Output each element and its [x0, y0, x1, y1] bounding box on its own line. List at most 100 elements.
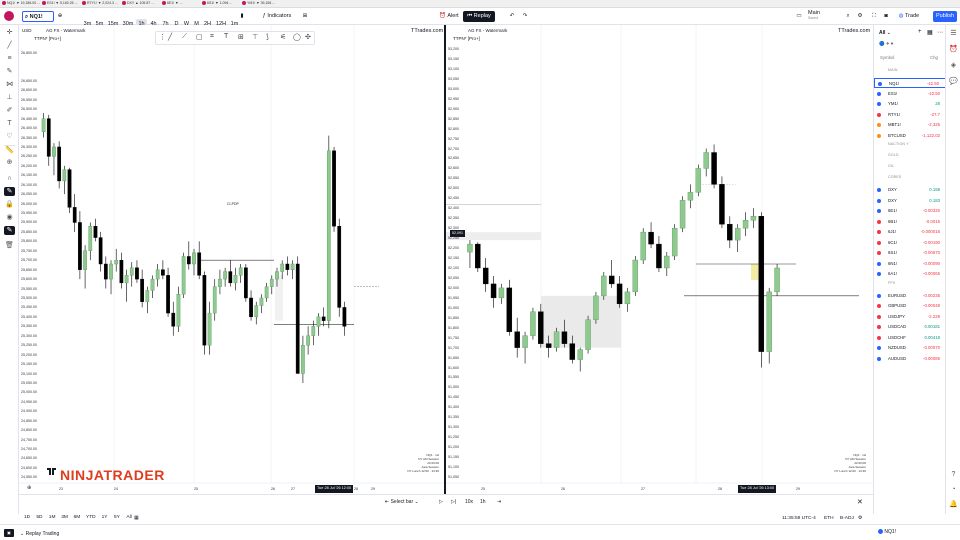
watchlist-row[interactable]: ES1! -10.50 — [874, 89, 946, 99]
candle[interactable] — [316, 313, 321, 336]
candle[interactable] — [337, 218, 342, 317]
candle[interactable] — [223, 267, 227, 287]
watchlist-section-header[interactable]: GOLD — [888, 153, 899, 157]
watchlist-row[interactable]: NZDUSD -0.00070 — [874, 343, 946, 353]
lock-icon[interactable]: 🔒 — [4, 200, 15, 209]
watchlist-section-header[interactable]: NACTION Y — [888, 142, 909, 146]
replay-trading-tab[interactable]: ⌄ Replay Trading — [20, 531, 59, 537]
candle[interactable] — [202, 271, 207, 355]
candle[interactable] — [301, 335, 305, 383]
candle[interactable] — [249, 290, 253, 321]
candle[interactable] — [244, 264, 248, 302]
fib-icon[interactable]: ≡ — [4, 54, 15, 63]
alerts-icon[interactable]: ⏰ — [948, 45, 959, 54]
candle[interactable] — [176, 286, 181, 332]
play-icon[interactable]: ▷ — [439, 499, 443, 505]
watchlist-row[interactable]: 6E1! -0.00320 — [874, 206, 946, 216]
candle[interactable] — [124, 269, 129, 302]
col-header-chg[interactable]: Chg — [930, 55, 938, 60]
candle[interactable] — [593, 291, 599, 324]
layout-icon[interactable]: ▭ — [794, 11, 804, 22]
close-replay-icon[interactable]: ✕ — [857, 498, 863, 506]
candle[interactable] — [103, 256, 108, 289]
candle[interactable] — [78, 211, 82, 280]
period-YTD[interactable]: YTD — [86, 515, 96, 520]
watchlist-row[interactable]: YM1! 28 — [874, 99, 946, 109]
period-3M[interactable]: 3M — [61, 515, 68, 520]
candle[interactable] — [679, 196, 686, 233]
layout-name-button[interactable]: Main Saved — [808, 10, 832, 22]
more-options-icon[interactable]: ⋯ — [937, 29, 943, 36]
candle[interactable] — [734, 224, 741, 253]
rect-tool-icon[interactable]: ▢ — [196, 33, 203, 41]
candle[interactable] — [98, 231, 103, 272]
candle[interactable] — [332, 146, 336, 232]
candle[interactable] — [228, 260, 233, 287]
ray-tool-icon[interactable]: ⊤ — [252, 33, 258, 41]
candle[interactable] — [601, 271, 607, 300]
watchlist-row[interactable]: 6N1! -0.00090 — [874, 259, 946, 269]
jump-to-realtime-icon[interactable]: ⇥ — [497, 499, 501, 505]
price-axis[interactable]: 53,200 53,150 53,100 53,050 53,000 52,950 52,9… — [446, 25, 491, 494]
watchlist-row[interactable]: NQ1! -42.50 — [874, 78, 946, 88]
candle[interactable] — [295, 256, 300, 374]
period-All[interactable]: All — [126, 515, 131, 520]
candle[interactable] — [150, 275, 155, 298]
candlestick-chart-right[interactable] — [446, 25, 873, 494]
candle[interactable] — [624, 287, 631, 312]
watchlist-row[interactable]: 6J1! -0.000016 — [874, 227, 946, 237]
candle[interactable] — [233, 267, 238, 291]
add-symbol-icon[interactable]: ⊕ — [56, 11, 64, 22]
candle[interactable] — [656, 236, 662, 272]
camera-icon[interactable]: ◙ — [882, 11, 890, 22]
candle[interactable] — [321, 307, 326, 327]
grid-tool-icon[interactable]: ⊞ — [238, 33, 244, 41]
watchlist-section-header[interactable]: FPX — [888, 281, 895, 285]
candle[interactable] — [577, 347, 583, 372]
pencil-icon[interactable]: ✐ — [4, 106, 15, 115]
browser-tab[interactable]: NQ1! ▼ 19,186.00 ... — [2, 1, 40, 7]
trash-icon[interactable]: 🗑 — [4, 241, 15, 250]
settings-icon[interactable]: ⚙ — [858, 515, 862, 521]
add-symbol-icon[interactable]: + — [918, 29, 922, 35]
undo-icon[interactable]: ↶ — [507, 11, 517, 22]
search-icon[interactable]: ⌕ — [844, 11, 852, 22]
candle[interactable] — [145, 286, 150, 314]
time-axis-right[interactable]: 25 26 27 28 29 — [446, 485, 826, 493]
browser-tab[interactable]: 6E1! ▼ ... — [162, 1, 183, 7]
line-tool-icon[interactable]: ╱ — [168, 33, 172, 41]
watchlist-row[interactable]: USDCAD 0.00181 — [874, 322, 946, 332]
settings-tool-icon[interactable]: ⚟ — [280, 33, 286, 41]
candle[interactable] — [212, 279, 217, 321]
candle[interactable] — [269, 275, 274, 295]
col-header-symbol[interactable]: Symbol — [880, 55, 894, 60]
gear-icon[interactable]: ⚙ — [856, 11, 864, 22]
candle[interactable] — [664, 252, 670, 276]
browser-tab[interactable]: RTY1! ▼ 2,024.3 ... — [82, 1, 118, 7]
chart-pane-right[interactable]: AG FX - Watermark TTPN* [Pro+] TTrades.c… — [446, 25, 873, 494]
alert-button[interactable]: ⏰ Alert — [437, 11, 461, 22]
candle[interactable] — [264, 282, 269, 302]
draw-mode-icon[interactable]: ✎ — [4, 226, 15, 235]
period-6M[interactable]: 6M — [74, 515, 81, 520]
eye-icon[interactable]: ◉ — [4, 213, 15, 222]
candle[interactable] — [506, 279, 513, 336]
browser-tab[interactable]: 6S1! ▼ 1.094 ... — [202, 1, 232, 7]
candle[interactable] — [687, 184, 694, 209]
candle[interactable] — [114, 248, 119, 272]
watchlist-row[interactable]: USDCHF 0.00419 — [874, 333, 946, 343]
candle[interactable] — [290, 260, 295, 280]
candle[interactable] — [135, 260, 139, 283]
candle[interactable] — [498, 283, 505, 304]
watchlist-icon[interactable]: ☰ — [948, 29, 959, 38]
candle[interactable] — [129, 262, 134, 287]
candle[interactable] — [161, 260, 165, 280]
measure-icon[interactable]: ⊥ — [4, 93, 15, 102]
period-1Y[interactable]: 1Y — [102, 515, 108, 520]
symbol-search-input[interactable]: ⌕ NQ1! — [22, 11, 54, 22]
candle[interactable] — [238, 264, 243, 283]
indicators-button[interactable]: ƒ Indicators — [256, 11, 298, 22]
candle[interactable] — [585, 315, 591, 354]
candle[interactable] — [259, 294, 264, 314]
candle[interactable] — [774, 264, 780, 296]
